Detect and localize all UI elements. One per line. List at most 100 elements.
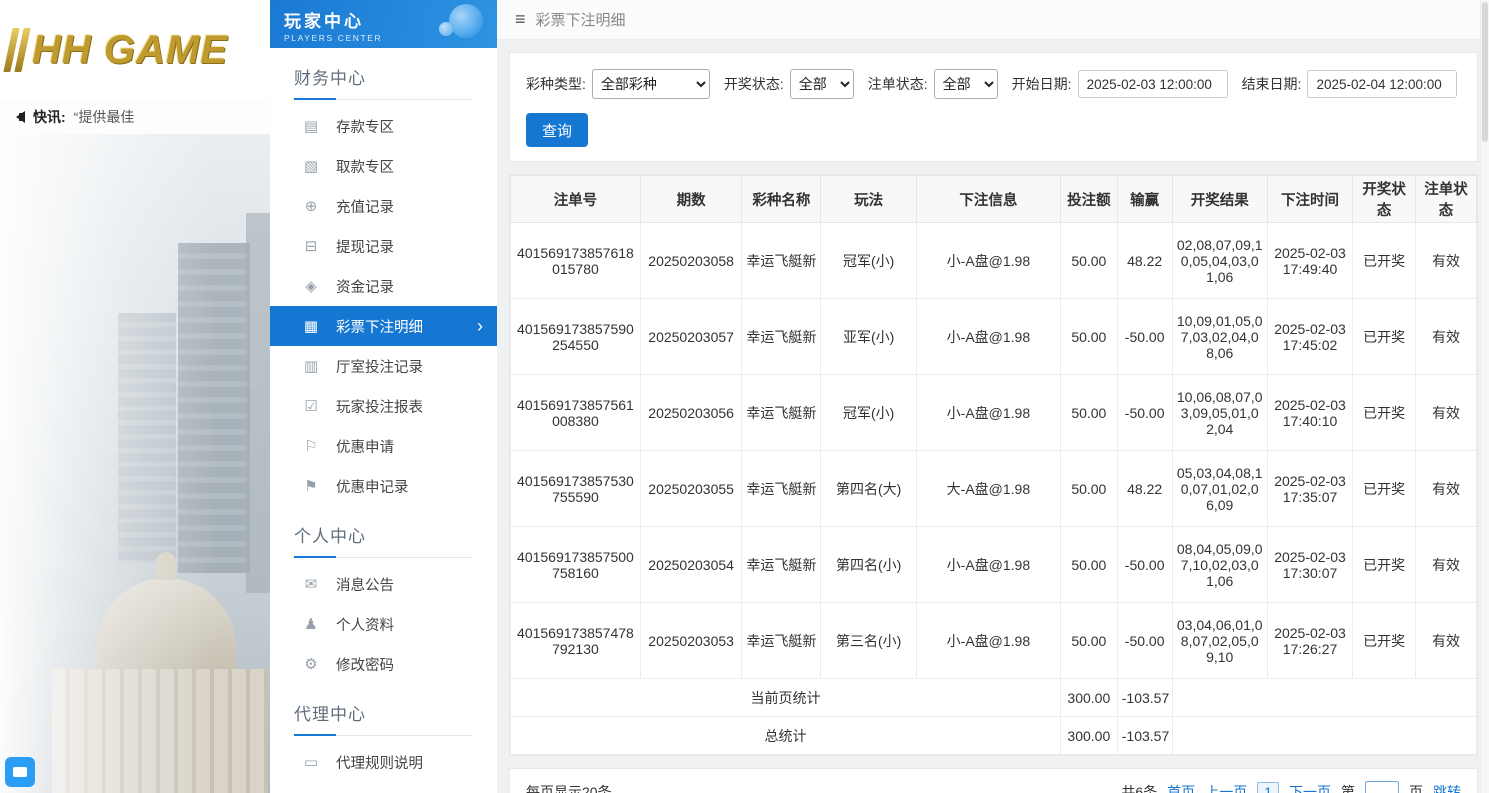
page-jump-input[interactable] <box>1365 781 1399 793</box>
total-summary-empty <box>1171 716 1478 755</box>
start-date-label: 开始日期: <box>1011 76 1072 92</box>
table-body: 401569173857618015780 20250203058 幸运飞艇新 … <box>510 222 1477 679</box>
building-shape <box>178 243 250 573</box>
sidebar-section-title: 代理中心 <box>294 700 473 736</box>
sidebar-item-agent-rules[interactable]: ▭ 代理规则说明 <box>270 742 497 782</box>
capitol-dome-shape <box>96 552 236 673</box>
search-button[interactable]: 查询 <box>526 113 588 147</box>
sidebar-item-change-password[interactable]: ⚙ 修改密码 <box>270 644 497 684</box>
cell-period: 20250203054 <box>639 526 743 603</box>
cell-bet-amount: 50.00 <box>1059 602 1118 679</box>
sidebar-item-promo-apply-records[interactable]: ⚑ 优惠申记录 <box>270 466 497 506</box>
table-row: 401569173857500758160 20250203054 幸运飞艇新 … <box>510 526 1477 603</box>
sidebar: 玩家中心 PLAYERS CENTER 财务中心 ▤ 存款专区 ▧ 取款专区 ⊕… <box>270 0 497 793</box>
column-header-time: 下注时间 <box>1266 175 1354 223</box>
promo-records-icon: ⚑ <box>304 478 318 495</box>
jump-prefix-label: 第 <box>1341 784 1355 793</box>
sidebar-item-lottery-bet-details[interactable]: ▦ 彩票下注明细 <box>270 306 497 346</box>
sidebar-section: 财务中心 ▤ 存款专区 ▧ 取款专区 ⊕ 充值记录 ⊟ 提现记录 ◈ 资金记录 … <box>270 64 497 506</box>
cell-bet-status: 有效 <box>1415 526 1477 603</box>
scrollbar[interactable] <box>1480 0 1489 793</box>
sidebar-header: 玩家中心 PLAYERS CENTER <box>270 0 497 48</box>
cell-bet-id: 401569173857618015780 <box>510 222 641 299</box>
cell-draw-result: 03,04,06,01,08,07,02,05,09,10 <box>1171 602 1268 679</box>
sidebar-item-messages[interactable]: ✉ 消息公告 <box>270 564 497 604</box>
sidebar-item-label: 充值记录 <box>336 199 394 216</box>
sidebar-item-player-bet-report[interactable]: ☑ 玩家投注报表 <box>270 386 497 426</box>
profile-icon: ♟ <box>304 616 318 633</box>
sidebar-item-recharge-records[interactable]: ⊕ 充值记录 <box>270 186 497 226</box>
cell-bet-status: 有效 <box>1415 222 1477 299</box>
column-header-amount: 投注额 <box>1059 175 1118 223</box>
sidebar-item-label: 存款专区 <box>336 119 394 136</box>
sidebar-item-label: 厅室投注记录 <box>336 359 423 376</box>
sidebar-item-promo-apply[interactable]: ⚐ 优惠申请 <box>270 426 497 466</box>
per-page-label: 每页显示20条 <box>526 784 612 793</box>
sidebar-item-withdraw-zone[interactable]: ▧ 取款专区 <box>270 146 497 186</box>
cell-bet-time: 2025-02-03 17:40:10 <box>1266 374 1354 451</box>
sidebar-item-label: 资金记录 <box>336 279 394 296</box>
page-summary-row: 当前页统计 300.00 -103.57 <box>510 678 1478 717</box>
total-summary-label: 总统计 <box>510 716 1061 755</box>
start-date-input[interactable] <box>1077 70 1228 98</box>
page-summary-label: 当前页统计 <box>510 678 1061 717</box>
news-text: “提供最佳 <box>73 109 135 125</box>
cell-draw-status: 已开奖 <box>1352 602 1417 679</box>
cell-lottery-name: 幸运飞艇新 <box>741 222 822 299</box>
message-icon: ✉ <box>304 576 318 593</box>
page-summary-empty <box>1171 678 1478 717</box>
withdraw-icon: ▧ <box>303 158 319 175</box>
lottery-type-select[interactable]: 全部彩种 <box>591 69 710 99</box>
withdrawal-record-icon: ⊟ <box>304 238 318 255</box>
cell-bet-id: 401569173857478792130 <box>510 602 641 679</box>
cell-lottery-name: 幸运飞艇新 <box>741 374 822 451</box>
hall-records-icon: ▥ <box>303 358 319 375</box>
cell-bet-status: 有效 <box>1415 450 1477 527</box>
lottery-detail-icon: ▦ <box>303 318 319 335</box>
end-date-label: 结束日期: <box>1241 76 1302 92</box>
bets-table-panel: 注单号 期数 彩种名称 玩法 下注信息 投注额 输赢 开奖结果 下注时间 开奖状… <box>509 174 1478 756</box>
sidebar-item-deposit-zone[interactable]: ▤ 存款专区 <box>270 106 497 146</box>
cell-win-loss: -50.00 <box>1116 374 1173 451</box>
page-summary-amount: 300.00 <box>1059 678 1118 717</box>
draw-status-select[interactable]: 全部 <box>789 69 854 99</box>
end-date-input[interactable] <box>1307 70 1458 98</box>
sidebar-sections: 财务中心 ▤ 存款专区 ▧ 取款专区 ⊕ 充值记录 ⊟ 提现记录 ◈ 资金记录 … <box>270 64 497 793</box>
chat-widget-button[interactable] <box>5 757 35 787</box>
hamburger-menu-icon[interactable]: ≡ <box>515 9 526 30</box>
chevron-right-icon <box>477 317 483 335</box>
cell-bet-time: 2025-02-03 17:30:07 <box>1266 526 1354 603</box>
sidebar-item-label: 个人资料 <box>336 617 394 634</box>
cell-draw-status: 已开奖 <box>1352 222 1417 299</box>
cell-period: 20250203056 <box>639 374 743 451</box>
city-photo <box>0 134 270 793</box>
prev-page-link[interactable]: 上一页 <box>1205 782 1247 793</box>
column-header-bet-info: 下注信息 <box>915 175 1061 223</box>
sidebar-section-title: 个人中心 <box>294 522 473 558</box>
sidebar-item-agent-team-stats[interactable]: ▨ 代理团队统计 <box>270 782 497 793</box>
news-ticker: 快讯: “提供最佳 <box>0 100 270 134</box>
total-summary-row: 总统计 300.00 -103.57 <box>510 716 1478 755</box>
next-page-link[interactable]: 下一页 <box>1289 782 1331 793</box>
sidebar-item-profile[interactable]: ♟ 个人资料 <box>270 604 497 644</box>
cell-bet-time: 2025-02-03 17:45:02 <box>1266 298 1354 375</box>
sidebar-item-withdrawal-records[interactable]: ⊟ 提现记录 <box>270 226 497 266</box>
total-summary-winloss: -103.57 <box>1116 716 1173 755</box>
jump-button[interactable]: 跳转 <box>1433 782 1461 793</box>
sidebar-item-label: 修改密码 <box>336 657 394 674</box>
cell-bet-amount: 50.00 <box>1059 222 1118 299</box>
current-page-indicator[interactable]: 1 <box>1257 782 1279 793</box>
logo-bars-icon <box>3 28 31 72</box>
sidebar-section: 代理中心 ▭ 代理规则说明 ▨ 代理团队统计 <box>270 700 497 793</box>
cell-play-type: 亚军(小) <box>820 298 917 375</box>
cell-bet-info: 小-A盘@1.98 <box>915 222 1061 299</box>
scrollbar-thumb[interactable] <box>1482 2 1488 142</box>
bets-table: 注单号 期数 彩种名称 玩法 下注信息 投注额 输赢 开奖结果 下注时间 开奖状… <box>510 175 1478 755</box>
cell-play-type: 第四名(小) <box>820 526 917 603</box>
table-row: 401569173857478792130 20250203053 幸运飞艇新 … <box>510 602 1477 679</box>
first-page-link[interactable]: 首页 <box>1167 782 1195 793</box>
sidebar-item-label: 消息公告 <box>336 577 394 594</box>
sidebar-item-funds-records[interactable]: ◈ 资金记录 <box>270 266 497 306</box>
sidebar-item-hall-bet-records[interactable]: ▥ 厅室投注记录 <box>270 346 497 386</box>
bet-status-select[interactable]: 全部 <box>933 69 998 99</box>
